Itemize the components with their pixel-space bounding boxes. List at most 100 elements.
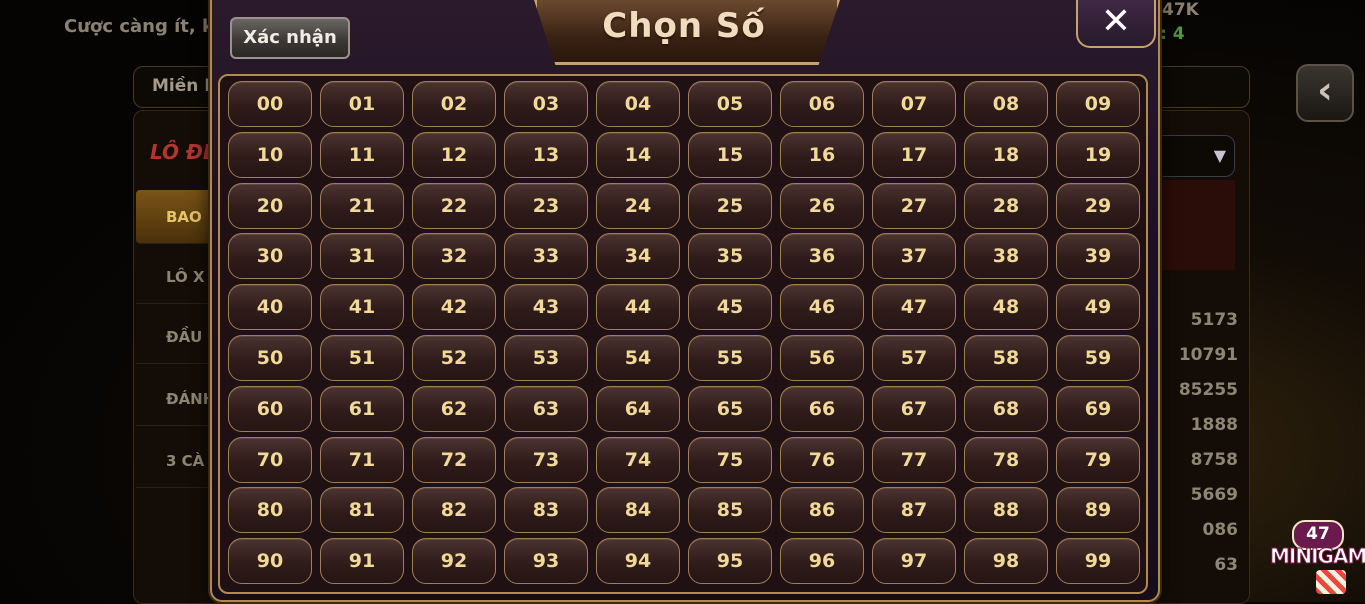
number-button[interactable]: 81 xyxy=(320,487,404,534)
number-button[interactable]: 86 xyxy=(780,487,864,534)
confirm-button[interactable]: Xác nhận xyxy=(230,17,350,59)
number-button[interactable]: 10 xyxy=(228,131,312,178)
number-button[interactable]: 57 xyxy=(872,334,956,381)
number-button[interactable]: 08 xyxy=(964,81,1048,127)
number-button[interactable]: 56 xyxy=(780,334,864,381)
number-button[interactable]: 87 xyxy=(872,487,956,534)
number-button[interactable]: 19 xyxy=(1056,131,1140,178)
back-button[interactable]: ‹ xyxy=(1296,64,1354,122)
number-button[interactable]: 60 xyxy=(228,385,312,432)
number-button[interactable]: 01 xyxy=(320,81,404,127)
number-button[interactable]: 39 xyxy=(1056,233,1140,280)
number-button[interactable]: 83 xyxy=(504,487,588,534)
number-button[interactable]: 82 xyxy=(412,487,496,534)
number-button[interactable]: 54 xyxy=(596,334,680,381)
number-button[interactable]: 73 xyxy=(504,436,588,483)
number-button[interactable]: 91 xyxy=(320,538,404,585)
number-button[interactable]: 12 xyxy=(412,131,496,178)
number-button[interactable]: 98 xyxy=(964,538,1048,585)
number-button[interactable]: 89 xyxy=(1056,487,1140,534)
number-button[interactable]: 35 xyxy=(688,233,772,280)
number-button[interactable]: 95 xyxy=(688,538,772,585)
number-button[interactable]: 67 xyxy=(872,385,956,432)
number-button[interactable]: 22 xyxy=(412,182,496,229)
number-button[interactable]: 64 xyxy=(596,385,680,432)
number-button[interactable]: 00 xyxy=(228,81,312,127)
number-button[interactable]: 52 xyxy=(412,334,496,381)
number-button[interactable]: 94 xyxy=(596,538,680,585)
number-button[interactable]: 37 xyxy=(872,233,956,280)
number-button[interactable]: 25 xyxy=(688,182,772,229)
number-button[interactable]: 51 xyxy=(320,334,404,381)
number-button[interactable]: 88 xyxy=(964,487,1048,534)
number-button[interactable]: 47 xyxy=(872,284,956,331)
number-button[interactable]: 28 xyxy=(964,182,1048,229)
number-button[interactable]: 77 xyxy=(872,436,956,483)
number-button[interactable]: 61 xyxy=(320,385,404,432)
number-button[interactable]: 02 xyxy=(412,81,496,127)
number-button[interactable]: 63 xyxy=(504,385,588,432)
number-button[interactable]: 69 xyxy=(1056,385,1140,432)
number-button[interactable]: 20 xyxy=(228,182,312,229)
number-button[interactable]: 36 xyxy=(780,233,864,280)
number-button[interactable]: 29 xyxy=(1056,182,1140,229)
minigame-button[interactable]: 47 MINIGAME xyxy=(1266,518,1365,598)
number-button[interactable]: 96 xyxy=(780,538,864,585)
number-button[interactable]: 84 xyxy=(596,487,680,534)
number-button[interactable]: 15 xyxy=(688,131,772,178)
number-button[interactable]: 40 xyxy=(228,284,312,331)
number-button[interactable]: 42 xyxy=(412,284,496,331)
number-button[interactable]: 31 xyxy=(320,233,404,280)
number-button[interactable]: 92 xyxy=(412,538,496,585)
right-dropdown[interactable]: ▼ xyxy=(1155,135,1235,177)
number-button[interactable]: 27 xyxy=(872,182,956,229)
number-button[interactable]: 46 xyxy=(780,284,864,331)
number-button[interactable]: 55 xyxy=(688,334,772,381)
number-button[interactable]: 99 xyxy=(1056,538,1140,585)
number-button[interactable]: 14 xyxy=(596,131,680,178)
number-button[interactable]: 90 xyxy=(228,538,312,585)
number-button[interactable]: 04 xyxy=(596,81,680,127)
number-button[interactable]: 70 xyxy=(228,436,312,483)
number-button[interactable]: 33 xyxy=(504,233,588,280)
number-button[interactable]: 41 xyxy=(320,284,404,331)
number-button[interactable]: 76 xyxy=(780,436,864,483)
number-button[interactable]: 38 xyxy=(964,233,1048,280)
number-button[interactable]: 48 xyxy=(964,284,1048,331)
number-button[interactable]: 07 xyxy=(872,81,956,127)
number-button[interactable]: 78 xyxy=(964,436,1048,483)
number-button[interactable]: 45 xyxy=(688,284,772,331)
number-button[interactable]: 71 xyxy=(320,436,404,483)
number-button[interactable]: 93 xyxy=(504,538,588,585)
number-button[interactable]: 74 xyxy=(596,436,680,483)
close-button[interactable]: ✕ xyxy=(1076,0,1156,48)
number-button[interactable]: 49 xyxy=(1056,284,1140,331)
number-button[interactable]: 50 xyxy=(228,334,312,381)
number-button[interactable]: 05 xyxy=(688,81,772,127)
number-button[interactable]: 18 xyxy=(964,131,1048,178)
number-button[interactable]: 11 xyxy=(320,131,404,178)
number-button[interactable]: 09 xyxy=(1056,81,1140,127)
number-button[interactable]: 97 xyxy=(872,538,956,585)
number-button[interactable]: 53 xyxy=(504,334,588,381)
number-button[interactable]: 75 xyxy=(688,436,772,483)
number-button[interactable]: 85 xyxy=(688,487,772,534)
number-button[interactable]: 80 xyxy=(228,487,312,534)
number-button[interactable]: 58 xyxy=(964,334,1048,381)
number-button[interactable]: 24 xyxy=(596,182,680,229)
number-button[interactable]: 26 xyxy=(780,182,864,229)
number-button[interactable]: 21 xyxy=(320,182,404,229)
number-button[interactable]: 65 xyxy=(688,385,772,432)
number-button[interactable]: 03 xyxy=(504,81,588,127)
number-button[interactable]: 30 xyxy=(228,233,312,280)
number-button[interactable]: 68 xyxy=(964,385,1048,432)
number-button[interactable]: 16 xyxy=(780,131,864,178)
number-button[interactable]: 43 xyxy=(504,284,588,331)
number-button[interactable]: 62 xyxy=(412,385,496,432)
number-button[interactable]: 23 xyxy=(504,182,588,229)
number-button[interactable]: 72 xyxy=(412,436,496,483)
number-button[interactable]: 34 xyxy=(596,233,680,280)
number-button[interactable]: 79 xyxy=(1056,436,1140,483)
number-button[interactable]: 66 xyxy=(780,385,864,432)
number-button[interactable]: 44 xyxy=(596,284,680,331)
